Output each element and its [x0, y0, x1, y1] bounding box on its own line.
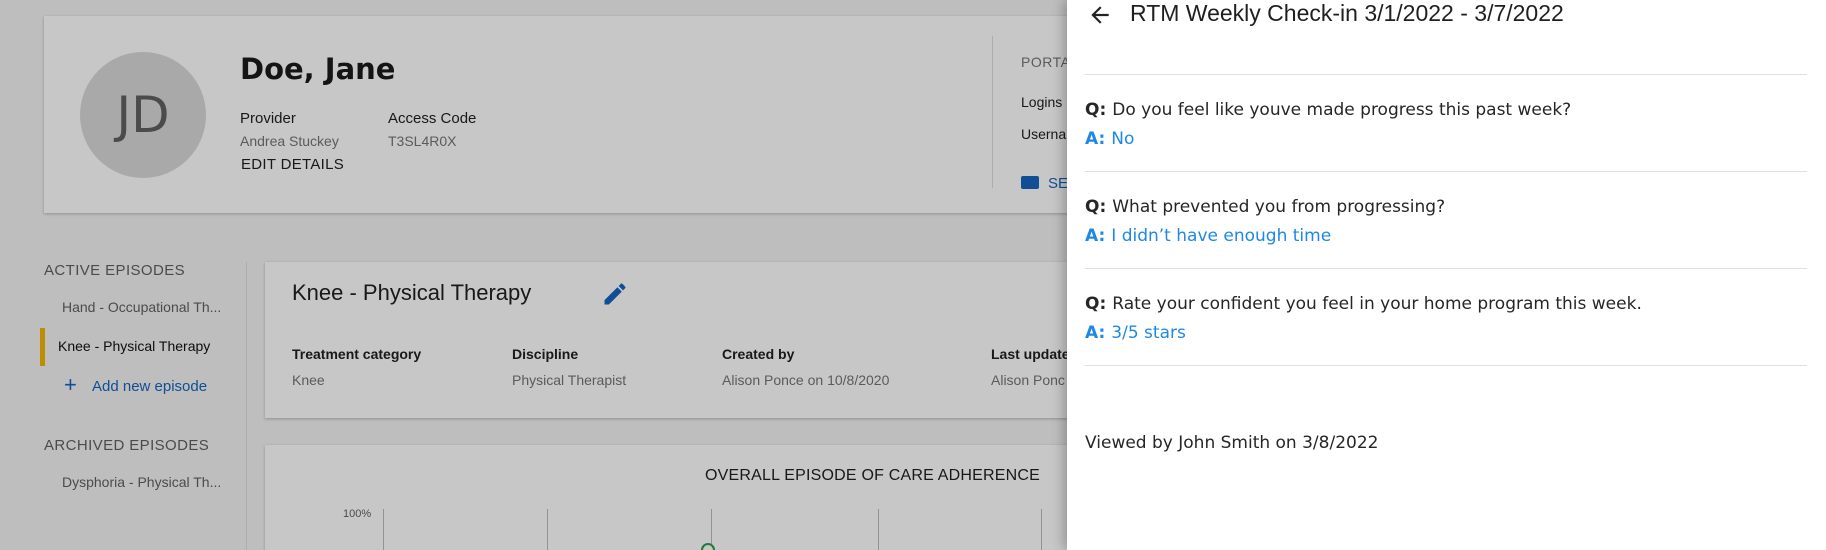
answer-text: 3/5 stars: [1111, 323, 1186, 343]
divider: [1085, 74, 1807, 75]
back-arrow-icon[interactable]: [1087, 2, 1113, 28]
divider: [1085, 365, 1807, 366]
drawer-title: RTM Weekly Check-in 3/1/2022 - 3/7/2022: [1130, 0, 1564, 26]
answer-text: No: [1111, 129, 1135, 149]
question-text: What prevented you from progressing?: [1112, 197, 1446, 217]
question-prefix: Q:: [1085, 100, 1107, 120]
question-1: Q: Do you feel like youve made progress t…: [1085, 100, 1571, 120]
answer-2: A: I didn’t have enough time: [1085, 226, 1331, 246]
question-prefix: Q:: [1085, 197, 1107, 217]
answer-prefix: A:: [1085, 323, 1106, 343]
answer-prefix: A:: [1085, 129, 1106, 149]
answer-1: A: No: [1085, 129, 1134, 149]
viewed-by-text: Viewed by John Smith on 3/8/2022: [1085, 433, 1379, 453]
question-prefix: Q:: [1085, 294, 1107, 314]
question-text: Rate your confident you feel in your hom…: [1112, 294, 1642, 314]
question-2: Q: What prevented you from progressing?: [1085, 197, 1445, 217]
divider: [1085, 268, 1807, 269]
divider: [1085, 171, 1807, 172]
answer-prefix: A:: [1085, 226, 1106, 246]
question-text: Do you feel like youve made progress thi…: [1112, 100, 1572, 120]
answer-text: I didn’t have enough time: [1111, 226, 1332, 246]
answer-3: A: 3/5 stars: [1085, 323, 1186, 343]
question-3: Q: Rate your confident you feel in your h…: [1085, 294, 1642, 314]
check-in-drawer: RTM Weekly Check-in 3/1/2022 - 3/7/2022 …: [1067, 0, 1826, 550]
